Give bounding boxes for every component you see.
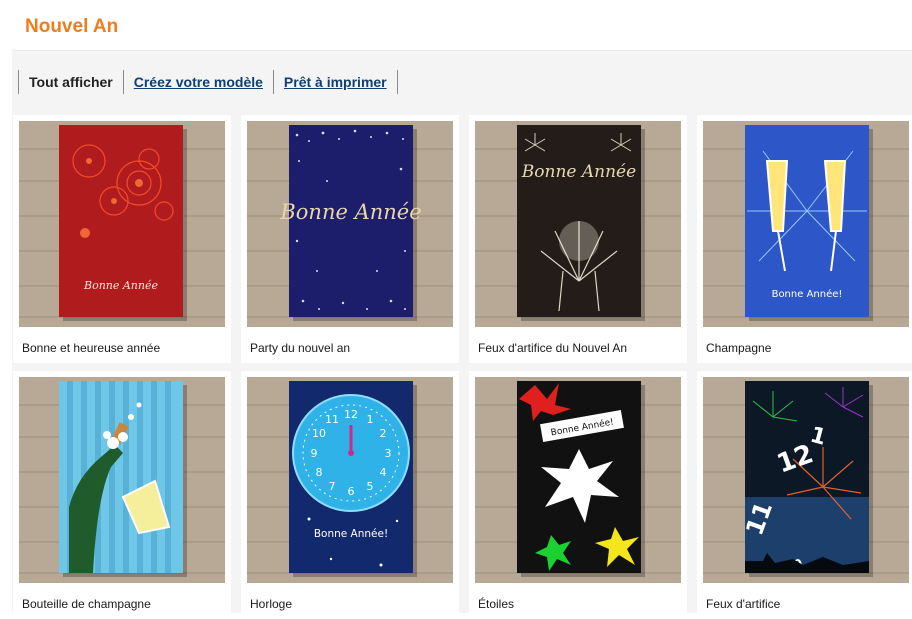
filter-bar: Tout afficher Créez votre modèle Prêt à …	[18, 69, 398, 95]
template-thumbnail[interactable]: Bonne Année	[247, 121, 453, 327]
template-thumbnail[interactable]: 1 12 11 0	[703, 377, 909, 583]
clock-number-4: 4	[380, 466, 387, 479]
clock-number-10: 10	[312, 427, 326, 440]
template-card-feux-d-artifice[interactable]: 1 12 11 0 Feux d'artifice	[697, 371, 912, 619]
template-card-bouteille-de-champagne[interactable]: Bouteille de champagne	[13, 371, 231, 619]
card-greeting-text: Bonne Année	[279, 200, 421, 224]
filter-show-all[interactable]: Tout afficher	[19, 74, 123, 90]
template-caption[interactable]: Bonne et heureuse année	[22, 341, 160, 355]
template-caption[interactable]: Feux d'artifice du Nouvel An	[478, 341, 627, 355]
clock-number-3: 3	[385, 447, 392, 460]
clock-number-8: 8	[316, 466, 323, 479]
clock-number-12: 12	[344, 408, 358, 421]
template-card-champagne[interactable]: Bonne Année! Champagne	[697, 115, 912, 363]
template-caption[interactable]: Bouteille de champagne	[22, 597, 151, 611]
clock-number-9: 9	[311, 447, 318, 460]
clock-number-1: 1	[367, 413, 374, 426]
template-caption[interactable]: Étoiles	[478, 597, 514, 611]
filter-ready-to-print[interactable]: Prêt à imprimer	[274, 74, 397, 90]
clock-number-6: 6	[348, 485, 355, 498]
category-header: Nouvel An	[12, 6, 912, 51]
template-thumbnail[interactable]: Bonne Année	[19, 121, 225, 327]
template-caption[interactable]: Feux d'artifice	[706, 597, 780, 611]
filter-divider	[396, 70, 398, 94]
template-thumbnail[interactable]: 12 1 2 3 4 5 6 7 8 9 10 11 Bonne Année!	[247, 377, 453, 583]
card-greeting-text: Bonne Année!	[314, 528, 388, 540]
template-caption[interactable]: Party du nouvel an	[250, 341, 350, 355]
page-title: Nouvel An	[25, 16, 119, 37]
template-caption[interactable]: Horloge	[250, 597, 292, 611]
card-greeting-text: Bonne Année	[521, 162, 636, 182]
template-card-party-du-nouvel-an[interactable]: Bonne Année Party du nouvel an	[241, 115, 459, 363]
clock-number-2: 2	[380, 427, 387, 440]
clock-number-11: 11	[325, 413, 339, 426]
template-caption[interactable]: Champagne	[706, 341, 771, 355]
template-thumbnail[interactable]: Bonne Année!	[703, 121, 909, 327]
template-thumbnail[interactable]	[19, 377, 225, 583]
clock-number-5: 5	[367, 480, 374, 493]
template-thumbnail[interactable]: Bonne Année!	[475, 377, 681, 583]
card-greeting-text: Bonne Année!	[772, 288, 843, 300]
template-card-bonne-et-heureuse-annee[interactable]: Bonne Année Bonne et heureuse année	[13, 115, 231, 363]
template-card-etoiles[interactable]: Bonne Année! Étoiles	[469, 371, 687, 619]
template-card-horloge[interactable]: 12 1 2 3 4 5 6 7 8 9 10 11 Bonne Année!	[241, 371, 459, 619]
template-thumbnail[interactable]: Bonne Année	[475, 121, 681, 327]
template-card-feux-d-artifice-du-nouvel-an[interactable]: Bonne Année Feux d'artifice du Nouvel An	[469, 115, 687, 363]
filter-create-your-model[interactable]: Créez votre modèle	[124, 74, 273, 90]
clock-number-7: 7	[329, 480, 336, 493]
card-greeting-text: Bonne Année	[83, 279, 159, 292]
